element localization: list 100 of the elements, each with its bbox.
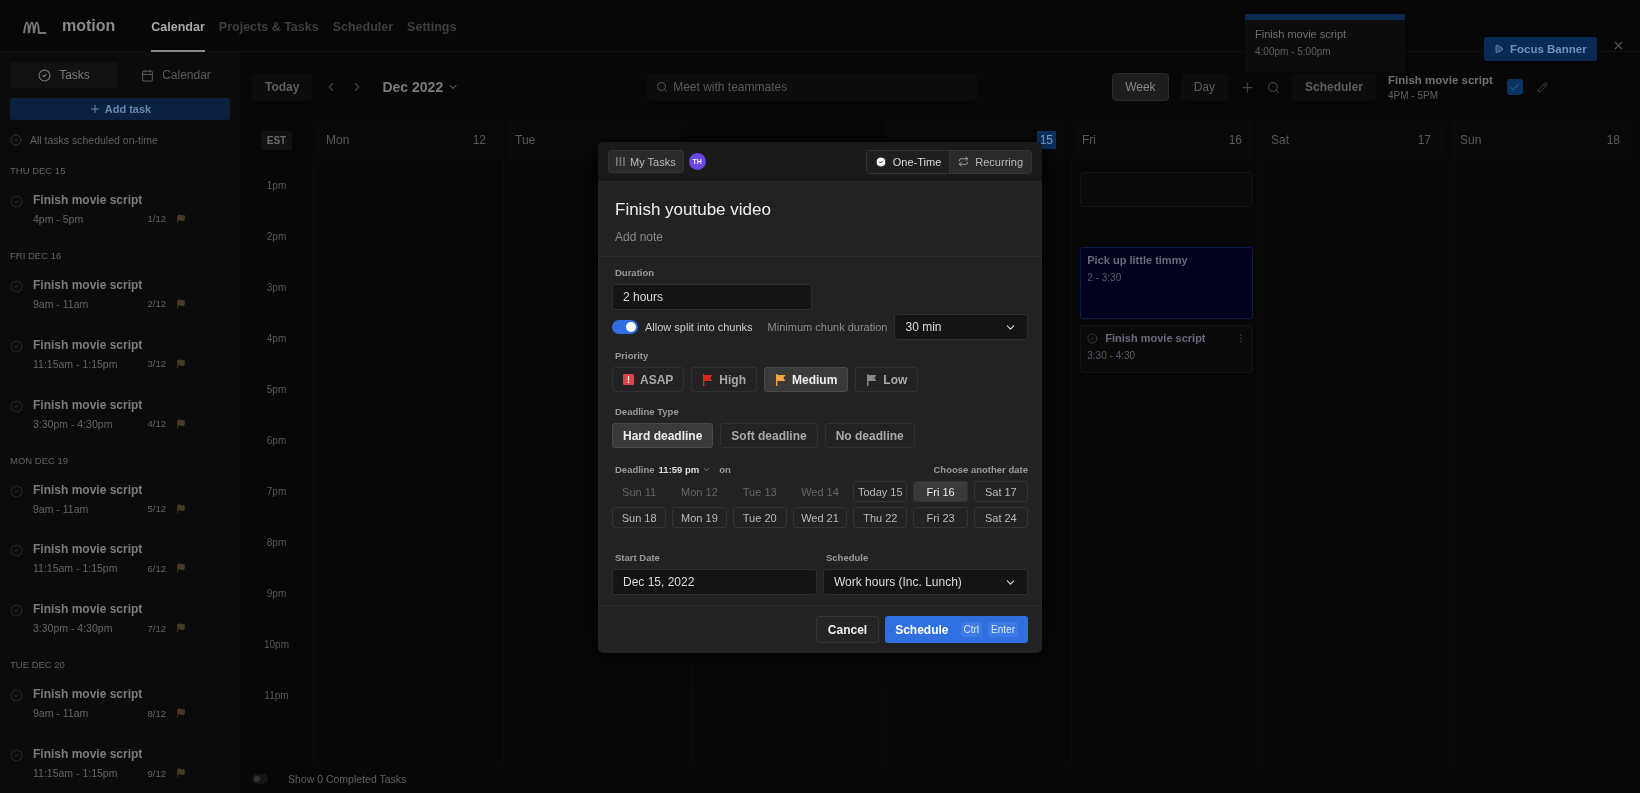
check-circle-icon[interactable] — [10, 279, 23, 293]
close-button[interactable] — [1612, 39, 1625, 52]
priority-option[interactable]: High — [691, 367, 757, 392]
hour-label: 6pm — [265, 435, 288, 448]
today-button[interactable]: Today — [252, 73, 313, 101]
flag-icon — [176, 503, 186, 514]
deadline-time-picker[interactable]: 11:59 pm — [658, 464, 712, 475]
cancel-button[interactable]: Cancel — [815, 616, 880, 643]
task-title[interactable]: Finish movie script — [33, 337, 230, 352]
check-circle-icon — [38, 68, 52, 82]
priority-option[interactable]: Low — [855, 367, 919, 392]
add-task-button[interactable]: Add task — [10, 98, 230, 120]
check-circle-icon[interactable] — [1087, 332, 1099, 344]
date-option[interactable]: Sat 17 — [973, 481, 1028, 502]
date-option[interactable]: Tue 20 — [732, 507, 787, 528]
date-option[interactable]: Fri 16 — [913, 481, 968, 502]
hour-label: 9pm — [265, 588, 288, 601]
date-option[interactable]: Thu 22 — [853, 507, 908, 528]
task-time: 11:15am - 1:15pm — [33, 767, 119, 780]
check-circle-icon[interactable] — [10, 604, 23, 618]
sidebar-tab[interactable]: Tasks — [10, 62, 118, 88]
month-picker[interactable]: Dec 2022 — [376, 78, 466, 96]
deadline-type-option[interactable]: Hard deadline — [612, 423, 714, 448]
view-tab[interactable]: Week — [1112, 73, 1169, 101]
chunk-count: 8/12 — [147, 707, 166, 719]
task-list-button[interactable]: My Tasks — [608, 150, 684, 173]
start-date-field[interactable]: Dec 15, 2022 — [612, 569, 817, 595]
check-circle-icon — [10, 133, 22, 146]
deadline-type-option[interactable]: No deadline — [824, 423, 915, 448]
view-tab[interactable]: Day — [1180, 73, 1228, 101]
date-option[interactable]: Mon 19 — [672, 507, 727, 528]
flag-icon — [176, 358, 186, 369]
note-field[interactable]: Add note — [615, 230, 1028, 244]
chunk-count: 9/12 — [147, 767, 166, 779]
check-circle-icon[interactable] — [10, 484, 23, 498]
chunk-count: 7/12 — [147, 622, 166, 634]
task-type-tab[interactable]: One-Time — [866, 150, 950, 173]
toggle-label: Allow split into chunks — [645, 321, 753, 333]
check-circle-icon[interactable] — [10, 689, 23, 703]
search-field[interactable]: Meet with teammates — [647, 73, 978, 101]
task-title[interactable]: Finish movie script — [33, 397, 230, 412]
task-type-tab[interactable]: Recurring — [949, 150, 1031, 173]
field-label: Start Date — [615, 552, 661, 563]
flag-icon — [775, 373, 786, 386]
check-circle-icon[interactable] — [10, 194, 23, 208]
date-option[interactable]: Sat 24 — [973, 507, 1028, 528]
task-title[interactable]: Finish movie script — [33, 602, 230, 617]
chunk-count: 5/12 — [147, 503, 166, 514]
key-hint: Ctrl — [960, 622, 983, 637]
deadline-type-option[interactable]: Soft deadline — [720, 423, 818, 448]
repeat-icon — [958, 156, 970, 167]
task-title[interactable]: Finish movie script — [33, 277, 230, 292]
toggle-switch[interactable] — [252, 774, 268, 784]
search-icon — [656, 81, 669, 93]
task-time: 9am - 11am — [33, 707, 90, 720]
schedule-select[interactable]: Work hours (Inc. Lunch) — [823, 569, 1028, 595]
search-icon[interactable] — [1266, 80, 1280, 94]
date-option[interactable]: Wed 21 — [792, 507, 848, 528]
hour-label: 1pm — [265, 180, 288, 193]
focus-banner-button[interactable]: Focus Banner — [1484, 37, 1597, 61]
chunk-count: 1/12 — [147, 213, 166, 225]
current-task-time: 4PM - 5PM — [1388, 89, 1439, 101]
chunk-count: 3/12 — [147, 358, 166, 370]
field-label: Deadline — [615, 464, 655, 475]
check-circle-icon[interactable] — [10, 399, 23, 413]
date-option[interactable]: Fri 23 — [913, 507, 968, 528]
schedule-status: All tasks scheduled on-time — [30, 133, 158, 146]
task-title[interactable]: Finish movie script — [33, 687, 230, 702]
date-option[interactable]: Sun 18 — [612, 507, 667, 528]
day-name: Sat — [1271, 133, 1289, 147]
calendar-event[interactable]: Pick up little timmy 2 - 3:30 — [1080, 247, 1253, 319]
task-title[interactable]: Finish movie script — [33, 482, 230, 497]
priority-option[interactable]: Medium — [764, 367, 849, 392]
check-circle-icon[interactable] — [10, 544, 23, 558]
task-title[interactable]: Finish movie script — [33, 542, 230, 557]
current-task-title: Finish movie script — [1388, 73, 1493, 86]
field-label: Priority — [615, 350, 650, 361]
date-option[interactable]: Today 15 — [853, 481, 908, 502]
flag-icon — [866, 373, 878, 386]
choose-date-link[interactable]: Choose another date — [933, 464, 1028, 475]
chunk-select[interactable]: 30 min — [894, 314, 1028, 340]
calendar-task[interactable]: Finish movie script 3:30 - 4:30 — [1080, 325, 1253, 373]
task-title[interactable]: Finish movie script — [33, 747, 230, 762]
scheduler-button[interactable]: Scheduler — [1291, 73, 1376, 101]
field-label: Schedule — [826, 552, 870, 563]
priority-option[interactable]: ASAP — [612, 367, 685, 392]
toggle-switch[interactable] — [612, 320, 638, 334]
button-label: Schedule — [895, 622, 949, 637]
task-checkbox[interactable] — [1506, 79, 1523, 95]
task-title[interactable]: Finish movie script — [33, 192, 230, 207]
pencil-icon[interactable] — [1536, 81, 1548, 93]
schedule-button[interactable]: Schedule Ctrl Enter — [885, 616, 1028, 643]
day-heading: FRI DEC 16 — [9, 248, 63, 263]
task-title[interactable]: Finish youtube video — [615, 200, 1028, 220]
check-circle-icon[interactable] — [10, 749, 23, 763]
check-circle-icon[interactable] — [10, 339, 23, 353]
duration-field[interactable]: 2 hours — [612, 284, 812, 310]
check-icon — [1509, 81, 1521, 93]
columns-icon — [616, 157, 625, 166]
plus-icon[interactable] — [1239, 79, 1255, 95]
